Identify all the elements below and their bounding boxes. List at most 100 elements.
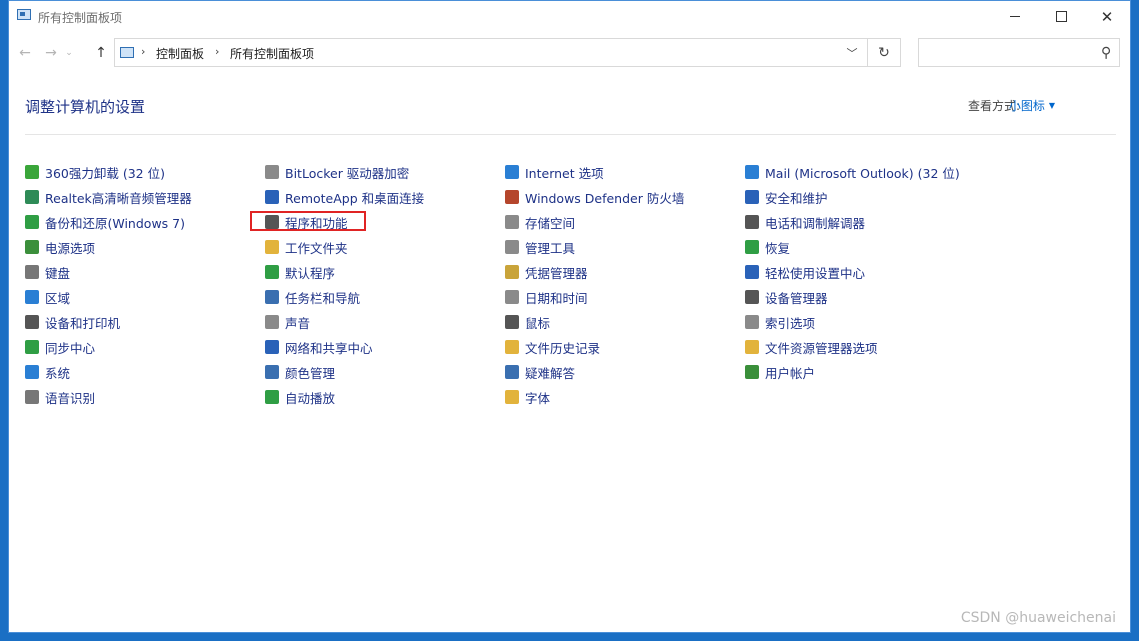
control-panel-item[interactable]: 安全和维护 bbox=[745, 187, 828, 207]
control-panel-item[interactable]: 日期和时间 bbox=[505, 287, 588, 307]
recent-locations-button[interactable]: ⌄ bbox=[63, 42, 75, 64]
control-panel-item[interactable]: 网络和共享中心 bbox=[265, 337, 373, 357]
control-panel-item[interactable]: 360强力卸载 (32 位) bbox=[25, 162, 165, 182]
control-panel-item[interactable]: 疑难解答 bbox=[505, 362, 575, 382]
control-panel-item-label[interactable]: Mail (Microsoft Outlook) (32 位) bbox=[765, 163, 960, 182]
control-panel-item-label[interactable]: 系统 bbox=[45, 363, 70, 382]
back-button[interactable]: ← bbox=[15, 42, 35, 64]
breadcrumb-all-items[interactable]: 所有控制面板项 bbox=[230, 45, 314, 62]
control-panel-item-label[interactable]: 恢复 bbox=[765, 238, 790, 257]
control-panel-item-label[interactable]: 同步中心 bbox=[45, 338, 95, 357]
control-panel-item-label[interactable]: 文件资源管理器选项 bbox=[765, 338, 878, 357]
up-button[interactable]: ↑ bbox=[91, 42, 111, 64]
control-panel-item-label[interactable]: 颜色管理 bbox=[285, 363, 335, 382]
control-panel-item-label[interactable]: 设备和打印机 bbox=[45, 313, 120, 332]
minimize-icon bbox=[1010, 16, 1020, 17]
control-panel-item-label[interactable]: 键盘 bbox=[45, 263, 70, 282]
control-panel-item[interactable]: 鼠标 bbox=[505, 312, 550, 332]
control-panel-item[interactable]: Windows Defender 防火墙 bbox=[505, 187, 684, 207]
font-icon bbox=[505, 390, 519, 404]
control-panel-item-label[interactable]: 自动播放 bbox=[285, 388, 335, 407]
control-panel-item[interactable]: 默认程序 bbox=[265, 262, 335, 282]
maximize-button[interactable] bbox=[1038, 1, 1084, 32]
control-panel-item[interactable]: 备份和还原(Windows 7) bbox=[25, 212, 185, 232]
forward-button[interactable]: → bbox=[41, 42, 61, 64]
control-panel-item[interactable]: 字体 bbox=[505, 387, 550, 407]
control-panel-item-label[interactable]: 安全和维护 bbox=[765, 188, 828, 207]
control-panel-item[interactable]: 任务栏和导航 bbox=[265, 287, 360, 307]
control-panel-item[interactable]: 键盘 bbox=[25, 262, 70, 282]
control-panel-item[interactable]: 电源选项 bbox=[25, 237, 95, 257]
control-panel-item-label[interactable]: RemoteApp 和桌面连接 bbox=[285, 188, 424, 207]
control-panel-item-label[interactable]: 管理工具 bbox=[525, 238, 575, 257]
search-input[interactable]: ⚲ bbox=[918, 38, 1120, 67]
minimize-button[interactable] bbox=[992, 1, 1038, 32]
control-panel-item[interactable]: 同步中心 bbox=[25, 337, 95, 357]
breadcrumb-control-panel[interactable]: 控制面板 bbox=[156, 45, 204, 62]
control-panel-item-label[interactable]: 任务栏和导航 bbox=[285, 288, 360, 307]
address-history-dropdown[interactable]: ﹀ bbox=[838, 39, 866, 66]
control-panel-item[interactable]: 凭据管理器 bbox=[505, 262, 588, 282]
control-panel-item-label[interactable]: 鼠标 bbox=[525, 313, 550, 332]
control-panel-item[interactable]: 存储空间 bbox=[505, 212, 575, 232]
control-panel-item[interactable]: 设备和打印机 bbox=[25, 312, 120, 332]
view-by-dropdown[interactable]: 小图标 ▼ bbox=[1009, 97, 1055, 114]
control-panel-item[interactable]: 语音识别 bbox=[25, 387, 95, 407]
control-panel-item-label[interactable]: 存储空间 bbox=[525, 213, 575, 232]
control-panel-item-label[interactable]: 声音 bbox=[285, 313, 310, 332]
control-panel-item-label[interactable]: 360强力卸载 (32 位) bbox=[45, 163, 165, 182]
address-bar[interactable]: › 控制面板 › 所有控制面板项 ﹀ ↻ bbox=[114, 38, 901, 67]
control-panel-item[interactable]: BitLocker 驱动器加密 bbox=[265, 162, 409, 182]
control-panel-item-label[interactable]: 凭据管理器 bbox=[525, 263, 588, 282]
close-button[interactable]: ✕ bbox=[1084, 1, 1130, 32]
control-panel-item-label[interactable]: 默认程序 bbox=[285, 263, 335, 282]
control-panel-item[interactable]: 声音 bbox=[265, 312, 310, 332]
default-programs-icon bbox=[265, 265, 279, 279]
control-panel-item-label[interactable]: 语音识别 bbox=[45, 388, 95, 407]
control-panel-item[interactable]: 设备管理器 bbox=[745, 287, 828, 307]
control-panel-item[interactable]: 轻松使用设置中心 bbox=[745, 262, 865, 282]
control-panel-item[interactable]: RemoteApp 和桌面连接 bbox=[265, 187, 424, 207]
control-panel-item[interactable]: 自动播放 bbox=[265, 387, 335, 407]
breadcrumb-separator-icon[interactable]: › bbox=[141, 45, 145, 58]
control-panel-item-label[interactable]: Internet 选项 bbox=[525, 163, 604, 182]
keyboard-icon bbox=[25, 265, 39, 279]
control-panel-item[interactable]: Realtek高清晰音频管理器 bbox=[25, 187, 192, 207]
control-panel-item[interactable]: 恢复 bbox=[745, 237, 790, 257]
control-panel-item[interactable]: 系统 bbox=[25, 362, 70, 382]
phone-modem-icon bbox=[745, 215, 759, 229]
title-bar[interactable]: 所有控制面板项 ✕ bbox=[9, 1, 1130, 32]
control-panel-item-label[interactable]: 电源选项 bbox=[45, 238, 95, 257]
control-panel-item[interactable]: 文件资源管理器选项 bbox=[745, 337, 878, 357]
control-panel-item-label[interactable]: 文件历史记录 bbox=[525, 338, 600, 357]
control-panel-item-label[interactable]: 电话和调制解调器 bbox=[765, 213, 865, 232]
control-panel-item-label[interactable]: Realtek高清晰音频管理器 bbox=[45, 188, 192, 207]
control-panel-item-label[interactable]: 轻松使用设置中心 bbox=[765, 263, 865, 282]
control-panel-item-label[interactable]: 用户帐户 bbox=[765, 363, 815, 382]
control-panel-item-label[interactable]: 网络和共享中心 bbox=[285, 338, 373, 357]
control-panel-item-label[interactable]: Windows Defender 防火墙 bbox=[525, 188, 684, 207]
control-panel-item-label[interactable]: 工作文件夹 bbox=[285, 238, 348, 257]
control-panel-item[interactable]: 区域 bbox=[25, 287, 70, 307]
control-panel-item[interactable]: 用户帐户 bbox=[745, 362, 815, 382]
credential-icon bbox=[505, 265, 519, 279]
breadcrumb-separator-icon[interactable]: › bbox=[215, 45, 219, 58]
control-panel-item-label[interactable]: BitLocker 驱动器加密 bbox=[285, 163, 409, 182]
control-panel-item[interactable]: 工作文件夹 bbox=[265, 237, 348, 257]
control-panel-item-label[interactable]: 日期和时间 bbox=[525, 288, 588, 307]
control-panel-item-label[interactable]: 设备管理器 bbox=[765, 288, 828, 307]
control-panel-item-label[interactable]: 疑难解答 bbox=[525, 363, 575, 382]
view-by-value[interactable]: 小图标 bbox=[1009, 99, 1045, 113]
control-panel-item[interactable]: Internet 选项 bbox=[505, 162, 604, 182]
control-panel-item[interactable]: 颜色管理 bbox=[265, 362, 335, 382]
control-panel-item[interactable]: 文件历史记录 bbox=[505, 337, 600, 357]
control-panel-item[interactable]: Mail (Microsoft Outlook) (32 位) bbox=[745, 162, 960, 182]
control-panel-item-label[interactable]: 区域 bbox=[45, 288, 70, 307]
control-panel-item-label[interactable]: 备份和还原(Windows 7) bbox=[45, 213, 185, 232]
control-panel-item[interactable]: 管理工具 bbox=[505, 237, 575, 257]
control-panel-item-label[interactable]: 索引选项 bbox=[765, 313, 815, 332]
control-panel-item-label[interactable]: 字体 bbox=[525, 388, 550, 407]
control-panel-item[interactable]: 索引选项 bbox=[745, 312, 815, 332]
control-panel-item[interactable]: 电话和调制解调器 bbox=[745, 212, 865, 232]
refresh-button[interactable]: ↻ bbox=[867, 39, 900, 66]
